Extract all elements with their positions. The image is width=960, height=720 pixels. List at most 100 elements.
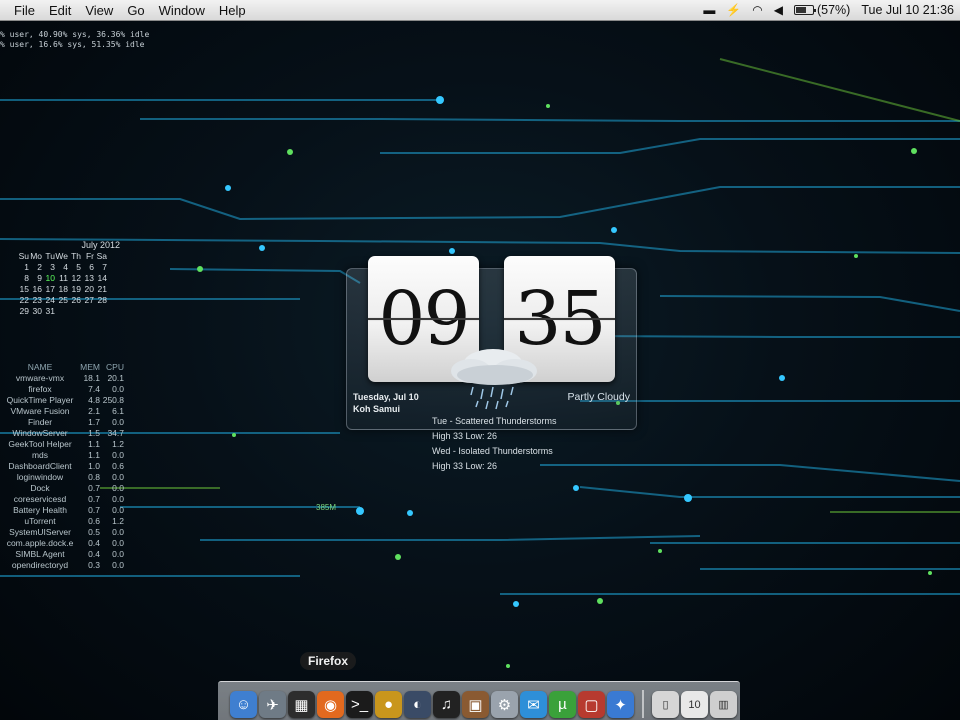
- table-cell: 1.5: [88, 428, 100, 438]
- table-row: Finder 1.7 0.0: [0, 417, 124, 428]
- menu-go[interactable]: Go: [123, 3, 154, 18]
- calendar-day: [68, 306, 81, 316]
- table-cell: DashboardClient: [8, 461, 72, 471]
- menu-file[interactable]: File: [10, 3, 45, 18]
- table-cell: 0.4: [88, 549, 100, 559]
- menu-bar: File Edit View Go Window Help ▬ ⚡ ◠ ◀ (57%) T…: [0, 0, 960, 21]
- screen-icon[interactable]: ▬: [703, 4, 715, 16]
- calendar-day: 2: [37, 262, 42, 272]
- calendar-day: 12: [71, 273, 81, 283]
- table-row: coreservicesd 0.7 0.0: [0, 494, 124, 505]
- table-cell: GeekTool Helper: [8, 439, 72, 449]
- photos-icon[interactable]: ▣: [462, 691, 489, 718]
- table-cell: 34.7: [107, 428, 124, 438]
- messages-icon[interactable]: ✉: [520, 691, 547, 718]
- quicktime-icon[interactable]: ◐: [404, 691, 431, 718]
- table-cell: 1.2: [112, 439, 124, 449]
- menu-help[interactable]: Help: [215, 3, 256, 18]
- menu-window[interactable]: Window: [155, 3, 215, 18]
- calendar-title: July 2012: [81, 240, 120, 250]
- table-cell: 0.0: [112, 505, 124, 515]
- firefox-icon[interactable]: ◉: [317, 691, 344, 718]
- table-cell: 1.2: [112, 516, 124, 526]
- weather-location: Koh Samui: [353, 404, 401, 414]
- thunderstorm-cloud-icon: [451, 349, 537, 410]
- menu-view[interactable]: View: [81, 3, 123, 18]
- calendar-day: 10: [45, 273, 55, 283]
- table-cell: coreservicesd: [13, 494, 67, 504]
- launchpad-icon[interactable]: ✈: [259, 691, 286, 718]
- table-row: uTorrent 0.6 1.2: [0, 516, 124, 527]
- table-cell: 2.1: [88, 406, 100, 416]
- calendar-day: [55, 306, 68, 316]
- vmware-icon[interactable]: ▢: [578, 691, 605, 718]
- document-icon[interactable]: ▯: [652, 691, 679, 718]
- calendar-weekday: We: [55, 251, 68, 261]
- table-cell: 1.1: [88, 439, 100, 449]
- itunes-icon[interactable]: ♫: [433, 691, 460, 718]
- terminal-icon[interactable]: >_: [346, 691, 373, 718]
- calendar-day: 29: [19, 306, 29, 316]
- calendar-day: 31: [45, 306, 55, 316]
- safari-icon[interactable]: ✦: [607, 691, 634, 718]
- table-row: Battery Health 0.7 0.0: [0, 505, 124, 516]
- calendar-day: 5: [76, 262, 81, 272]
- utorrent-icon[interactable]: µ: [549, 691, 576, 718]
- calendar-day: [81, 306, 94, 316]
- table-cell: 7.4: [88, 384, 100, 394]
- table-row: SystemUIServer 0.5 0.0: [0, 527, 124, 538]
- table-row: VMware Fusion 2.1 6.1: [0, 406, 124, 417]
- weather-condition: Partly Cloudy: [567, 391, 630, 403]
- forecast-line: Tue - Scattered Thunderstorms: [432, 416, 557, 426]
- process-table: NAME MEM CPU vmware-vmx 18.1 20.1 firefox 7.4 0.…: [0, 362, 124, 571]
- dock-separator: [642, 690, 644, 718]
- forecast-list: Tue - Scattered Thunderstorms High 33 Lo…: [432, 414, 557, 474]
- calendar-day: 3: [50, 262, 55, 272]
- menubar-clock[interactable]: Tue Jul 10 21:36: [861, 3, 954, 17]
- mission-control-icon[interactable]: ▦: [288, 691, 315, 718]
- table-cell: WindowServer: [12, 428, 68, 438]
- table-cell: firefox: [28, 384, 52, 394]
- lightning-icon[interactable]: ⚡: [726, 4, 741, 16]
- applications-folder-icon[interactable]: ▥: [710, 691, 737, 718]
- table-cell: 0.0: [112, 472, 124, 482]
- table-cell: 0.4: [88, 538, 100, 548]
- table-cell: 0.0: [112, 450, 124, 460]
- table-cell: 250.8: [102, 395, 124, 405]
- calendar-day: 20: [84, 284, 94, 294]
- column-header: NAME: [27, 362, 53, 372]
- finder-icon[interactable]: ☺: [230, 691, 257, 718]
- battery-percent: (57%): [816, 3, 851, 17]
- table-cell: 18.1: [83, 373, 100, 383]
- table-cell: 0.0: [112, 527, 124, 537]
- table-cell: com.apple.dock.e: [6, 538, 74, 548]
- calendar-doc-icon[interactable]: 10: [681, 691, 708, 718]
- battery-status[interactable]: (57%): [793, 3, 851, 17]
- table-cell: 0.0: [112, 384, 124, 394]
- table-cell: vmware-vmx: [15, 373, 65, 383]
- menu-list: File Edit View Go Window Help: [0, 3, 256, 18]
- preview-icon[interactable]: ⚙: [491, 691, 518, 718]
- flip-clock-widget[interactable]: 09 35 Tuesday, Jul 10 Koh Samui Partly C…: [346, 256, 637, 430]
- table-row: WindowServer 1.5 34.7: [0, 428, 124, 439]
- table-cell: Dock: [30, 483, 50, 493]
- table-cell: 1.7: [88, 417, 100, 427]
- table-cell: 0.7: [88, 483, 100, 493]
- forecast-line: High 33 Low: 26: [432, 461, 498, 471]
- table-cell: 0.7: [88, 494, 100, 504]
- status-area: ▬ ⚡ ◠ ◀ (57%) Tue Jul 10 21:36: [703, 3, 960, 17]
- calendar-day: 11: [59, 273, 68, 283]
- calendar-day: 15: [19, 284, 29, 294]
- calendar-day: 30: [32, 306, 42, 316]
- calendar-day: 6: [89, 262, 94, 272]
- table-row: com.apple.dock.e 0.4 0.0: [0, 538, 124, 549]
- wifi-icon[interactable]: ◠: [752, 4, 762, 16]
- calendar-day: 28: [97, 295, 107, 305]
- table-cell: 0.3: [88, 560, 100, 570]
- table-row: mds 1.1 0.0: [0, 450, 124, 461]
- volume-icon[interactable]: ◀: [774, 4, 783, 16]
- menu-edit[interactable]: Edit: [45, 3, 81, 18]
- system-icon[interactable]: ●: [375, 691, 402, 718]
- cpu-line: % user, 16.6% sys, 51.35% idle: [0, 40, 145, 49]
- table-cell: 6.1: [112, 406, 124, 416]
